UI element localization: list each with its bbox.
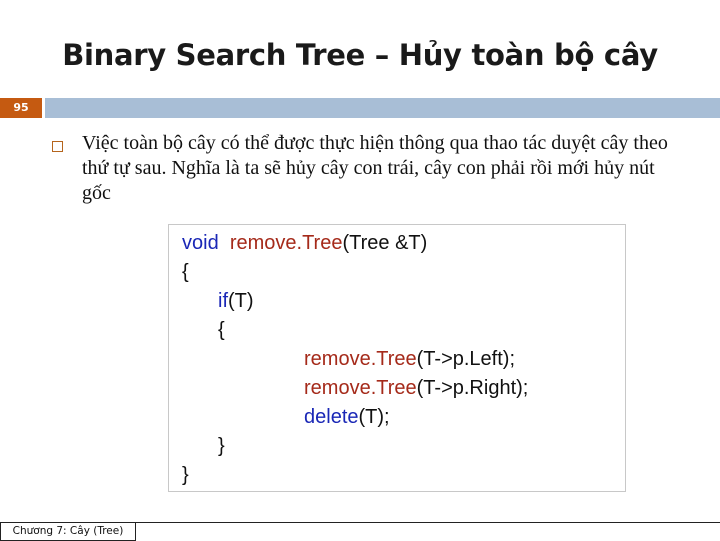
code-keyword-delete: delete xyxy=(304,406,359,428)
code-line-6: remove.Tree(T->p.Right); xyxy=(304,374,528,402)
accent-bar xyxy=(45,98,720,118)
code-args: (Tree &T) xyxy=(342,232,428,254)
code-call-left: remove.Tree xyxy=(304,348,417,370)
code-if-condition: (T) xyxy=(228,290,254,312)
code-line-8: } xyxy=(218,435,225,457)
header-bar: 95 xyxy=(0,98,720,118)
bullet-text: Việc toàn bộ cây có thể được thực hiện t… xyxy=(82,132,668,204)
code-line-7: delete(T); xyxy=(304,403,390,431)
page-number: 95 xyxy=(0,98,42,118)
code-call-left-args: (T->p.Left); xyxy=(416,348,516,370)
code-keyword-void: void xyxy=(182,232,219,254)
slide-title: Binary Search Tree – Hủy toàn bộ cây xyxy=(62,38,658,72)
code-line-9: } xyxy=(182,464,189,486)
code-call-right: remove.Tree xyxy=(304,377,417,399)
code-keyword-if: if xyxy=(218,290,228,312)
footer: Chương 7: Cây (Tree) xyxy=(0,522,720,541)
code-delete-args: (T); xyxy=(358,406,390,428)
code-call-right-args: (T->p.Right); xyxy=(416,377,529,399)
square-bullet-icon xyxy=(52,141,63,152)
code-line-2: { xyxy=(182,261,189,283)
code-line-5: remove.Tree(T->p.Left); xyxy=(304,345,515,373)
footer-chapter-label: Chương 7: Cây (Tree) xyxy=(0,523,136,541)
code-function-name: remove.Tree xyxy=(229,232,343,254)
code-line-1: void remove.Tree(Tree &T) xyxy=(182,229,427,257)
code-line-4: { xyxy=(218,319,225,341)
code-line-3: if(T) xyxy=(218,287,254,315)
